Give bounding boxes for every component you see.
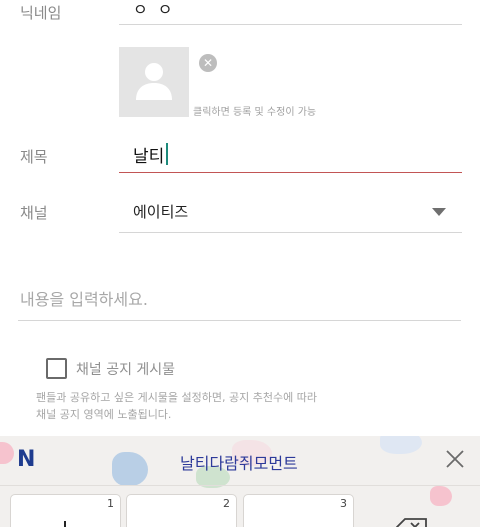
- title-input[interactable]: [133, 141, 453, 167]
- key-number: 3: [340, 497, 347, 510]
- keyboard-suggestion-bar: N 날티다람쥐모먼트: [0, 436, 480, 486]
- key-number: 1: [107, 497, 114, 510]
- content-input[interactable]: [20, 286, 460, 312]
- channel-underline: [119, 232, 462, 233]
- nickname-label: 닉네임: [20, 4, 62, 22]
- keyboard-decoration: [430, 486, 452, 506]
- nickname-field[interactable]: ㅇㅇ: [133, 0, 182, 20]
- profile-photo-upload[interactable]: [119, 47, 189, 117]
- caret-down-icon[interactable]: [432, 208, 446, 216]
- title-label: 제목: [20, 148, 48, 166]
- photo-delete-button[interactable]: ✕: [199, 54, 217, 72]
- photo-hint-text: 클릭하면 등록 및 수정이 가능: [193, 107, 317, 118]
- naver-logo[interactable]: N: [17, 447, 35, 472]
- text-cursor: [166, 143, 168, 165]
- close-icon[interactable]: [444, 448, 466, 470]
- backspace-icon[interactable]: [396, 518, 428, 527]
- keyboard-key-1[interactable]: 1: [10, 494, 121, 527]
- keyboard-key-2[interactable]: 2: [126, 494, 237, 527]
- channel-label: 채널: [20, 204, 48, 222]
- nickname-underline: [119, 24, 462, 25]
- keyboard-suggestion[interactable]: 날티다람쥐모먼트: [180, 450, 298, 474]
- notice-help-text: 팬들과 공유하고 싶은 게시물을 설정하면, 공지 추천수에 따라 채널 공지 …: [36, 391, 317, 421]
- keyboard-key-3[interactable]: 3: [243, 494, 354, 527]
- content-underline: [18, 320, 461, 321]
- key-number: 2: [223, 497, 230, 510]
- notice-checkbox[interactable]: [46, 358, 67, 379]
- notice-label[interactable]: 채널 공지 게시물: [76, 359, 175, 379]
- title-underline: [119, 172, 462, 173]
- keyboard: N 날티다람쥐모먼트 1 2 3: [0, 436, 480, 527]
- key-glyph: [64, 521, 66, 527]
- close-circle-icon: ✕: [202, 56, 214, 70]
- channel-select[interactable]: 에이티즈: [133, 201, 188, 222]
- person-icon: [136, 63, 172, 100]
